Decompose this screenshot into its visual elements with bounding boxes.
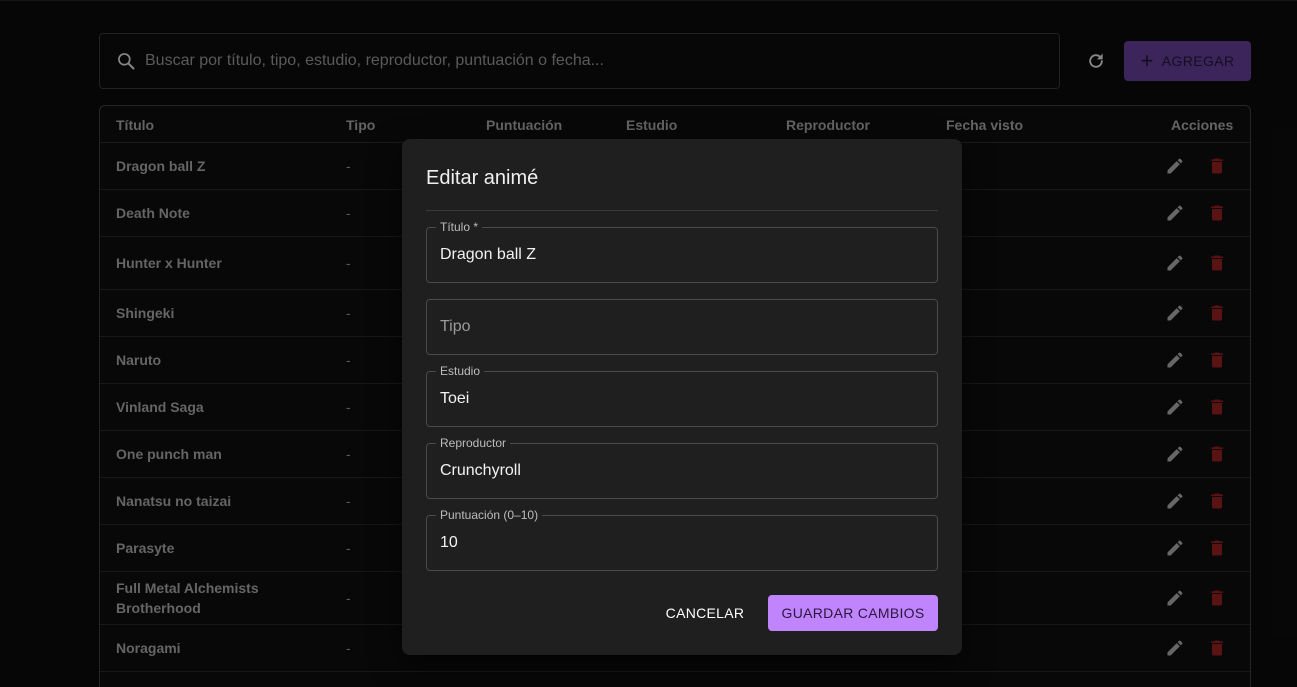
estudio-label: Estudio [436, 364, 485, 378]
estudio-field[interactable]: Estudio Toei [426, 364, 938, 427]
puntuacion-label: Puntuación (0–10) [436, 508, 543, 522]
titulo-value: Dragon ball Z [440, 246, 537, 263]
puntuacion-value: 10 [440, 534, 458, 551]
reproductor-label: Reproductor [436, 436, 511, 450]
dialog-title: Editar animé [426, 167, 539, 189]
puntuacion-field[interactable]: Puntuación (0–10) 10 [426, 508, 938, 571]
titulo-field[interactable]: Título * Dragon ball Z [426, 220, 938, 283]
dialog-divider [426, 210, 938, 211]
dialog-actions: CANCELAR GUARDAR CAMBIOS [402, 595, 962, 631]
save-changes-button[interactable]: GUARDAR CAMBIOS [768, 595, 938, 631]
edit-dialog: Editar animé Título * Dragon ball Z Tipo… [402, 139, 962, 655]
reproductor-value: Crunchyroll [440, 462, 521, 479]
cancel-button[interactable]: CANCELAR [658, 595, 752, 631]
tipo-field[interactable]: Tipo [426, 299, 938, 355]
reproductor-field[interactable]: Reproductor Crunchyroll [426, 436, 938, 499]
estudio-value: Toei [440, 390, 470, 407]
tipo-placeholder: Tipo [440, 318, 471, 335]
titulo-label: Título * [436, 220, 483, 234]
